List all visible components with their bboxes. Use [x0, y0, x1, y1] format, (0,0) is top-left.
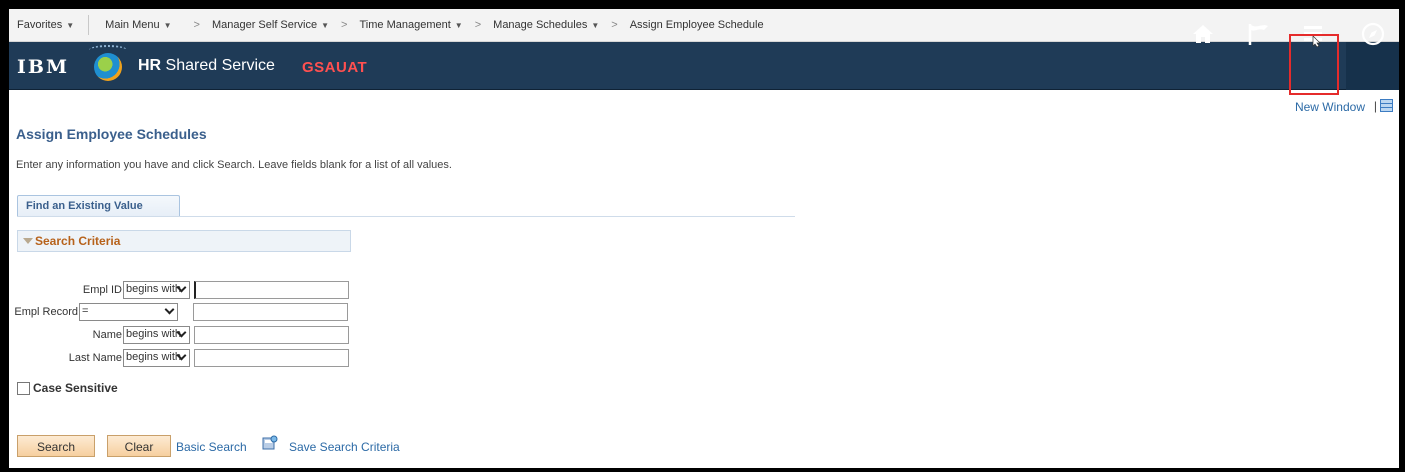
navigator-icon[interactable] [1360, 21, 1386, 47]
breadcrumb-separator: > [341, 19, 348, 31]
empl-id-input[interactable] [194, 281, 349, 299]
operator-value: begins with [126, 283, 182, 295]
page-title: Assign Employee Schedules [16, 126, 207, 142]
breadcrumb-separator: > [611, 19, 618, 31]
brand-bold: HR [138, 57, 162, 74]
chevron-down-icon: ▼ [591, 20, 600, 30]
empl-id-operator-select[interactable]: begins with [123, 281, 190, 299]
ibm-logo: IBM [17, 56, 69, 78]
basic-search-link[interactable]: Basic Search [176, 440, 247, 454]
collapse-triangle-icon [23, 238, 33, 244]
empl-id-label: Empl ID [82, 284, 122, 296]
navigator-area [1346, 42, 1399, 90]
field-row-last-name: Last Name begins with [9, 348, 349, 368]
field-row-empl-id: Empl ID begins with [9, 280, 349, 300]
field-row-name: Name begins with [9, 325, 349, 345]
favorites-menu[interactable]: Favorites ▼ [17, 19, 74, 31]
chevron-down-icon: ▼ [454, 20, 463, 30]
case-sensitive-checkbox[interactable] [17, 381, 30, 395]
name-operator-select[interactable]: begins with [123, 326, 190, 344]
breadcrumb-label: Manager Self Service [211, 19, 318, 31]
chevron-down-icon [164, 304, 175, 315]
app-window: Favorites ▼ Main Menu ▼ > Manager Self S… [9, 9, 1399, 468]
empl-record-label: Empl Record [14, 306, 78, 318]
chevron-down-icon: ▼ [321, 20, 330, 30]
save-search-icon[interactable] [262, 435, 278, 450]
home-icon[interactable] [1190, 21, 1216, 47]
save-search-criteria-link[interactable]: Save Search Criteria [289, 440, 400, 454]
breadcrumb-label: Manage Schedules [493, 19, 588, 31]
chevron-down-icon: ▼ [163, 20, 172, 30]
header-banner: IBM HR Shared Service GSAUAT [9, 42, 1399, 90]
breadcrumb-manage-schedules[interactable]: Manage Schedules ▼ [493, 19, 599, 31]
operator-value: begins with [126, 351, 182, 363]
breadcrumb-manager-self-service[interactable]: Manager Self Service ▼ [212, 19, 329, 31]
search-button[interactable]: Search [17, 435, 95, 457]
name-label: Name [92, 329, 122, 341]
tab-find-existing-value[interactable]: Find an Existing Value [17, 195, 180, 217]
last-name-label: Last Name [68, 352, 122, 364]
breadcrumb-label: Time Management [359, 19, 451, 31]
divider [88, 15, 90, 35]
case-sensitive-option[interactable]: Case Sensitive [17, 381, 118, 395]
chevron-down-icon: ▼ [66, 20, 75, 30]
search-criteria-label: Search Criteria [35, 234, 121, 248]
search-criteria-header[interactable]: Search Criteria [17, 230, 351, 252]
main-menu[interactable]: Main Menu ▼ [105, 19, 171, 31]
environment-label: GSAUAT [302, 59, 368, 76]
new-window-link[interactable]: New Window [1295, 100, 1365, 114]
name-input[interactable] [194, 326, 349, 344]
personalize-page-icon[interactable] [1380, 99, 1393, 112]
last-name-operator-select[interactable]: begins with [123, 349, 190, 367]
tab-divider [17, 216, 795, 217]
breadcrumb-time-management[interactable]: Time Management ▼ [359, 19, 462, 31]
brand-rest: Shared Service [161, 57, 275, 74]
breadcrumb-current[interactable]: Assign Employee Schedule [630, 19, 764, 31]
breadcrumb-label: Assign Employee Schedule [629, 19, 764, 31]
page-instructions: Enter any information you have and click… [16, 159, 452, 171]
last-name-input[interactable] [194, 349, 349, 367]
breadcrumb-separator: > [474, 19, 482, 31]
favorites-label: Favorites [17, 19, 63, 31]
breadcrumb-separator: > [193, 19, 200, 31]
clear-button[interactable]: Clear [107, 435, 171, 457]
flag-icon[interactable] [1245, 21, 1271, 47]
case-sensitive-label: Case Sensitive [33, 381, 118, 395]
link-divider: | [1373, 99, 1377, 113]
operator-value: begins with [126, 328, 182, 340]
globe-icon [94, 53, 122, 81]
menu-highlight-box [1289, 34, 1339, 95]
field-row-empl-record: Empl Record = [9, 302, 348, 322]
empl-record-operator-select[interactable]: = [79, 303, 178, 321]
brand-title: HR Shared Service [138, 57, 275, 75]
operator-value: = [82, 305, 89, 317]
empl-record-input[interactable] [193, 303, 348, 321]
main-menu-label: Main Menu [105, 19, 160, 31]
